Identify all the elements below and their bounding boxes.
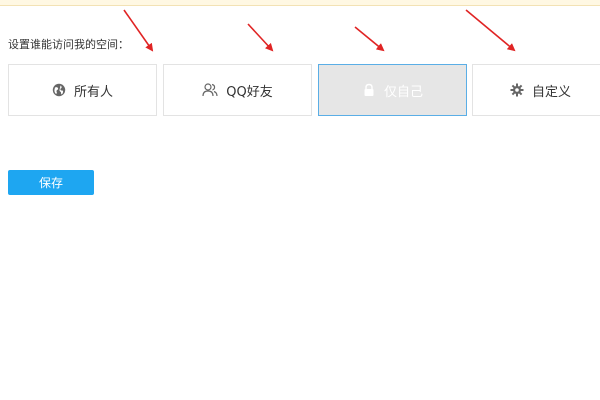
annotation-arrow-4 — [465, 9, 516, 52]
annotation-arrows — [123, 9, 516, 52]
gear-icon — [510, 83, 524, 97]
annotation-arrow-2 — [247, 23, 274, 52]
option-everyone[interactable]: 所有人 — [8, 64, 157, 116]
notice-bar — [0, 0, 600, 6]
friends-icon — [202, 83, 218, 97]
lock-icon — [362, 83, 376, 97]
option-custom-label: 自定义 — [531, 84, 571, 100]
option-qq-friends-label: QQ好友 — [226, 84, 273, 100]
option-only-me-label: 仅自己 — [383, 84, 423, 100]
option-custom[interactable]: 自定义 — [472, 64, 600, 116]
option-everyone-label: 所有人 — [73, 84, 113, 100]
visibility-options: 所有人 QQ好友 仅自己 自定义 — [8, 64, 600, 116]
annotation-arrow-3 — [354, 26, 385, 52]
access-prompt-label: 设置谁能访问我的空间： — [8, 38, 129, 51]
option-qq-friends[interactable]: QQ好友 — [163, 64, 312, 116]
option-only-me[interactable]: 仅自己 — [318, 64, 467, 116]
globe-icon — [52, 83, 66, 97]
save-button[interactable]: 保存 — [8, 170, 94, 195]
